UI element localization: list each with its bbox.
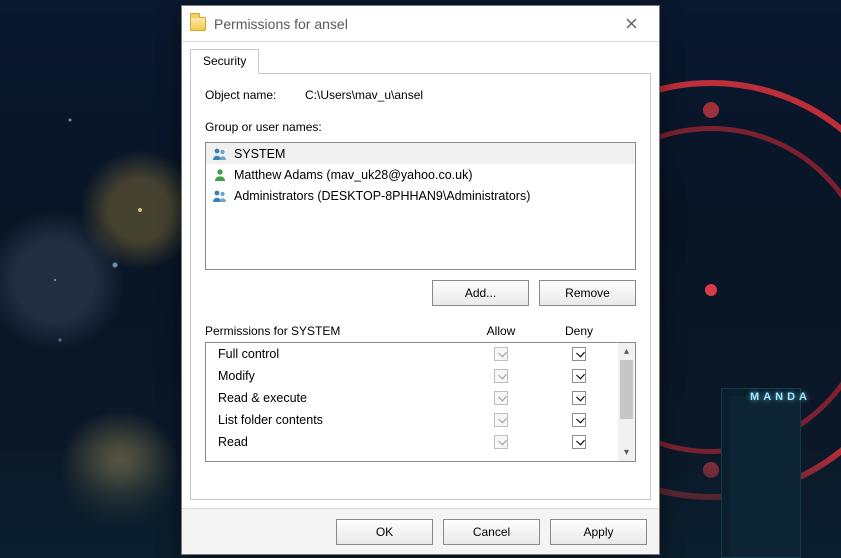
deny-checkbox[interactable] [572,369,586,383]
allow-checkbox [494,435,508,449]
column-allow-header: Allow [462,324,540,338]
deny-checkbox[interactable] [572,391,586,405]
group-icon [212,188,228,204]
list-item[interactable]: SYSTEM [206,143,635,164]
security-panel: Object name: C:\Users\mav_u\ansel Group … [190,73,651,500]
list-item-label: Matthew Adams (mav_uk28@yahoo.co.uk) [234,168,473,182]
tab-strip: Security [182,42,659,73]
table-row: Modify [206,365,618,387]
folder-icon [190,17,206,31]
permission-label: List folder contents [218,413,462,427]
allow-checkbox [494,347,508,361]
deny-checkbox[interactable] [572,413,586,427]
permission-label: Modify [218,369,462,383]
tab-security[interactable]: Security [190,49,259,74]
table-row: List folder contents [206,409,618,431]
add-button[interactable]: Add... [432,280,529,306]
permissions-listbox: Full control Modify Read & execute List fol… [205,342,636,462]
remove-button[interactable]: Remove [539,280,636,306]
list-item-label: Administrators (DESKTOP-8PHHAN9\Administ… [234,189,530,203]
deny-checkbox[interactable] [572,347,586,361]
allow-checkbox [494,391,508,405]
ok-button[interactable]: OK [336,519,433,545]
group-user-listbox[interactable]: SYSTEM Matthew Adams (mav_uk28@yahoo.co.u… [205,142,636,270]
scroll-thumb[interactable] [620,360,633,419]
column-deny-header: Deny [540,324,618,338]
table-row: Read & execute [206,387,618,409]
list-item[interactable]: Matthew Adams (mav_uk28@yahoo.co.uk) [206,164,635,185]
apply-button[interactable]: Apply [550,519,647,545]
group-list-label: Group or user names: [205,120,636,134]
close-button[interactable] [609,10,653,38]
wallpaper-sign: MANDA [750,391,811,403]
list-item[interactable]: Administrators (DESKTOP-8PHHAN9\Administ… [206,185,635,206]
table-row: Read [206,431,618,453]
list-item-label: SYSTEM [234,147,285,161]
table-row: Full control [206,343,618,365]
user-icon [212,167,228,183]
object-name-value: C:\Users\mav_u\ansel [305,88,423,102]
allow-checkbox [494,369,508,383]
dialog-button-row: OK Cancel Apply [182,508,659,554]
group-icon [212,146,228,162]
allow-checkbox [494,413,508,427]
scroll-track[interactable] [618,360,635,444]
permission-label: Full control [218,347,462,361]
window-title: Permissions for ansel [214,16,348,32]
scroll-up-arrow-icon[interactable]: ▴ [618,343,635,360]
scrollbar[interactable]: ▴ ▾ [618,343,635,461]
close-icon [626,18,637,29]
permission-label: Read [218,435,462,449]
deny-checkbox[interactable] [572,435,586,449]
title-bar[interactable]: Permissions for ansel [182,6,659,42]
permission-label: Read & execute [218,391,462,405]
cancel-button[interactable]: Cancel [443,519,540,545]
permissions-for-label: Permissions for SYSTEM [205,324,462,338]
object-name-label: Object name: [205,88,305,102]
permissions-dialog: Permissions for ansel Security Object na… [181,5,660,555]
scroll-down-arrow-icon[interactable]: ▾ [618,444,635,461]
